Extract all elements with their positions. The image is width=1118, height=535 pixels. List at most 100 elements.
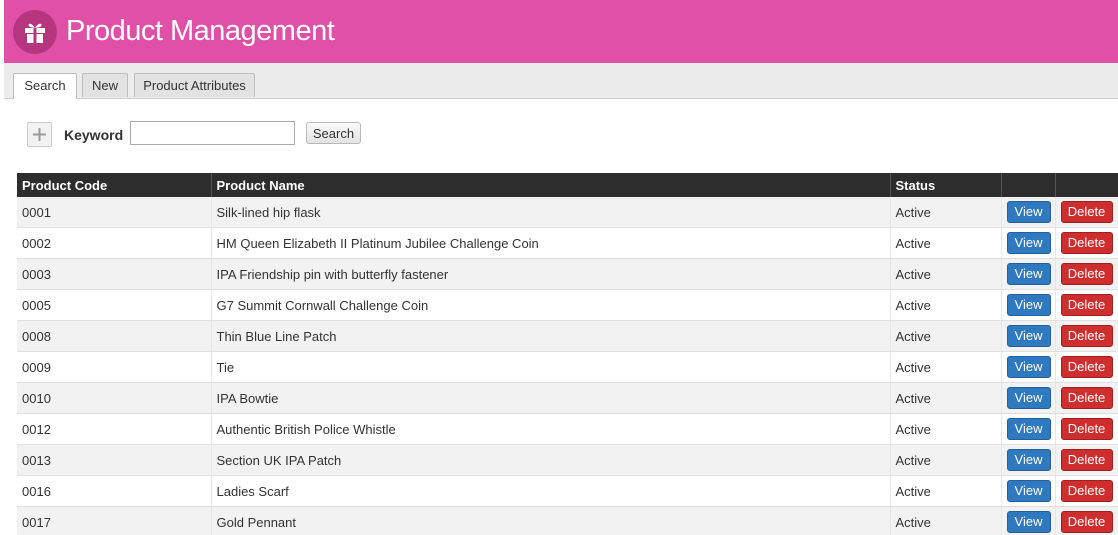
view-cell: View [1001, 258, 1056, 290]
view-button[interactable]: View [1006, 511, 1051, 533]
tab-search[interactable]: Search [13, 73, 77, 99]
view-cell: View [1001, 413, 1056, 445]
product-table: Product Code Product Name Status 0001 Sil… [17, 173, 1118, 535]
view-button[interactable]: View [1006, 201, 1051, 223]
view-button[interactable]: View [1006, 449, 1051, 471]
product-name-cell: IPA Friendship pin with butterfly fasten… [211, 258, 891, 290]
product-name-cell: G7 Summit Cornwall Challenge Coin [211, 289, 891, 321]
tab-product-attributes[interactable]: Product Attributes [134, 73, 255, 97]
status-cell: Active [890, 289, 1002, 321]
product-name-cell: HM Queen Elizabeth II Platinum Jubilee C… [211, 227, 891, 259]
delete-button[interactable]: Delete [1060, 294, 1113, 316]
product-name-cell: Gold Pennant [211, 506, 891, 535]
table-row: 0012 Authentic British Police Whistle Acti… [17, 413, 1118, 445]
search-button[interactable]: Search [306, 122, 361, 144]
status-cell: Active [890, 320, 1002, 352]
tab-new[interactable]: New [82, 73, 128, 97]
delete-button[interactable]: Delete [1060, 418, 1113, 440]
table-row: 0017 Gold Pennant Active View Delete [17, 506, 1118, 535]
page-title: Product Management [66, 15, 335, 47]
delete-cell: Delete [1055, 475, 1118, 507]
delete-button[interactable]: Delete [1060, 263, 1113, 285]
view-cell: View [1001, 320, 1056, 352]
product-code-cell: 0013 [17, 444, 212, 476]
view-cell: View [1001, 227, 1056, 259]
product-name-cell: Silk-lined hip flask [211, 197, 891, 228]
status-cell: Active [890, 475, 1002, 507]
product-code-cell: 0003 [17, 258, 212, 290]
view-button[interactable]: View [1006, 356, 1051, 378]
product-code-cell: 0016 [17, 475, 212, 507]
delete-cell: Delete [1055, 289, 1118, 321]
delete-cell: Delete [1055, 351, 1118, 383]
view-button[interactable]: View [1006, 294, 1051, 316]
view-cell: View [1001, 289, 1056, 321]
table-row: 0005 G7 Summit Cornwall Challenge Coin Act… [17, 289, 1118, 321]
column-header-product-code[interactable]: Product Code [17, 173, 212, 197]
product-code-cell: 0008 [17, 320, 212, 352]
view-button[interactable]: View [1006, 418, 1051, 440]
product-name-cell: IPA Bowtie [211, 382, 891, 414]
product-code-cell: 0009 [17, 351, 212, 383]
view-button[interactable]: View [1006, 480, 1051, 502]
delete-button[interactable]: Delete [1060, 480, 1113, 502]
table-row: 0009 Tie Active View Delete [17, 351, 1118, 383]
status-cell: Active [890, 351, 1002, 383]
search-bar: Keyword Search [4, 99, 1118, 169]
view-cell: View [1001, 475, 1056, 507]
view-cell: View [1001, 351, 1056, 383]
delete-cell: Delete [1055, 382, 1118, 414]
delete-button[interactable]: Delete [1060, 387, 1113, 409]
product-name-cell: Ladies Scarf [211, 475, 891, 507]
table-row: 0001 Silk-lined hip flask Active View Delete [17, 197, 1118, 228]
view-button[interactable]: View [1006, 263, 1051, 285]
status-cell: Active [890, 258, 1002, 290]
column-header-product-name[interactable]: Product Name [211, 173, 891, 197]
table-header-row: Product Code Product Name Status [17, 173, 1118, 197]
product-name-cell: Tie [211, 351, 891, 383]
delete-button[interactable]: Delete [1060, 325, 1113, 347]
table-row: 0016 Ladies Scarf Active View Delete [17, 475, 1118, 507]
product-name-cell: Thin Blue Line Patch [211, 320, 891, 352]
status-cell: Active [890, 444, 1002, 476]
keyword-input[interactable] [130, 121, 295, 145]
product-code-cell: 0012 [17, 413, 212, 445]
view-cell: View [1001, 444, 1056, 476]
product-code-cell: 0005 [17, 289, 212, 321]
table-row: 0002 HM Queen Elizabeth II Platinum Jubil… [17, 227, 1118, 259]
column-header-delete [1055, 173, 1118, 197]
view-button[interactable]: View [1006, 232, 1051, 254]
view-cell: View [1001, 506, 1056, 535]
plus-icon[interactable] [27, 122, 52, 147]
delete-cell: Delete [1055, 506, 1118, 535]
delete-cell: Delete [1055, 197, 1118, 228]
page: Product Management Search New Product At… [0, 0, 1118, 535]
view-button[interactable]: View [1006, 387, 1051, 409]
table-row: 0003 IPA Friendship pin with butterfly fa… [17, 258, 1118, 290]
delete-button[interactable]: Delete [1060, 511, 1113, 533]
product-name-cell: Authentic British Police Whistle [211, 413, 891, 445]
app-header: Product Management [4, 0, 1118, 63]
delete-button[interactable]: Delete [1060, 449, 1113, 471]
delete-button[interactable]: Delete [1060, 201, 1113, 223]
delete-button[interactable]: Delete [1060, 356, 1113, 378]
delete-button[interactable]: Delete [1060, 232, 1113, 254]
status-cell: Active [890, 227, 1002, 259]
table-row: 0013 Section UK IPA Patch Active View Delete [17, 444, 1118, 476]
view-button[interactable]: View [1006, 325, 1051, 347]
column-header-view [1001, 173, 1056, 197]
delete-cell: Delete [1055, 258, 1118, 290]
status-cell: Active [890, 413, 1002, 445]
gift-icon [13, 9, 57, 54]
table-row: 0010 IPA Bowtie Active View Delete [17, 382, 1118, 414]
delete-cell: Delete [1055, 444, 1118, 476]
delete-cell: Delete [1055, 227, 1118, 259]
keyword-label: Keyword [64, 127, 124, 143]
product-code-cell: 0017 [17, 506, 212, 535]
table-row: 0008 Thin Blue Line Patch Active View Delete [17, 320, 1118, 352]
tab-bar: Search New Product Attributes [4, 63, 1118, 99]
delete-cell: Delete [1055, 413, 1118, 445]
view-cell: View [1001, 197, 1056, 228]
column-header-status[interactable]: Status [890, 173, 1002, 197]
product-code-cell: 0001 [17, 197, 212, 228]
